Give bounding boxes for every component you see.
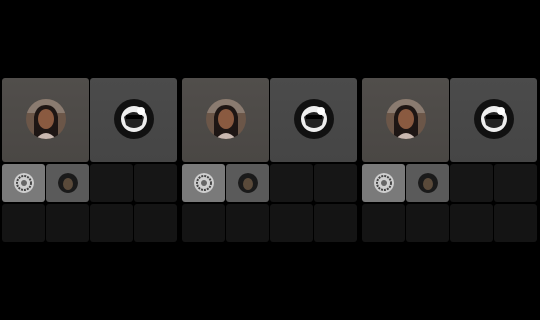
empty-slot [90, 164, 133, 202]
video-grid-panel-3 [362, 78, 538, 242]
woman-avatar-icon [386, 99, 426, 139]
thumb-pattern[interactable] [2, 164, 45, 202]
empty-slot [494, 164, 537, 202]
pattern-avatar-icon [14, 173, 34, 193]
empty-slot [226, 204, 269, 242]
empty-slot [406, 204, 449, 242]
pattern-avatar-icon [194, 173, 214, 193]
empty-slot [134, 164, 177, 202]
thumb-pattern[interactable] [182, 164, 225, 202]
thumb-dark[interactable] [226, 164, 269, 202]
mono-avatar-icon [114, 99, 154, 139]
empty-slot [2, 204, 45, 242]
dark-avatar-icon [238, 173, 258, 193]
participant-tile-mono[interactable] [90, 78, 177, 162]
empty-slot [314, 164, 357, 202]
mono-avatar-icon [294, 99, 334, 139]
pattern-avatar-icon [374, 173, 394, 193]
empty-slot [270, 164, 313, 202]
video-grid-panel-1 [2, 78, 178, 242]
participant-tile-woman[interactable] [182, 78, 269, 162]
empty-slot [182, 204, 225, 242]
dark-avatar-icon [418, 173, 438, 193]
empty-slot [270, 204, 313, 242]
empty-slot [90, 204, 133, 242]
empty-slot [314, 204, 357, 242]
empty-slot [46, 204, 89, 242]
participant-tile-mono[interactable] [450, 78, 537, 162]
video-grid-panel-2 [182, 78, 358, 242]
empty-slot [362, 204, 405, 242]
empty-slot [450, 204, 493, 242]
thumb-dark[interactable] [46, 164, 89, 202]
empty-slot [494, 204, 537, 242]
participant-tile-woman[interactable] [2, 78, 89, 162]
thumb-pattern[interactable] [362, 164, 405, 202]
participant-tile-woman[interactable] [362, 78, 449, 162]
woman-avatar-icon [26, 99, 66, 139]
participant-tile-mono[interactable] [270, 78, 357, 162]
woman-avatar-icon [206, 99, 246, 139]
empty-slot [450, 164, 493, 202]
mono-avatar-icon [474, 99, 514, 139]
dark-avatar-icon [58, 173, 78, 193]
thumb-dark[interactable] [406, 164, 449, 202]
empty-slot [134, 204, 177, 242]
